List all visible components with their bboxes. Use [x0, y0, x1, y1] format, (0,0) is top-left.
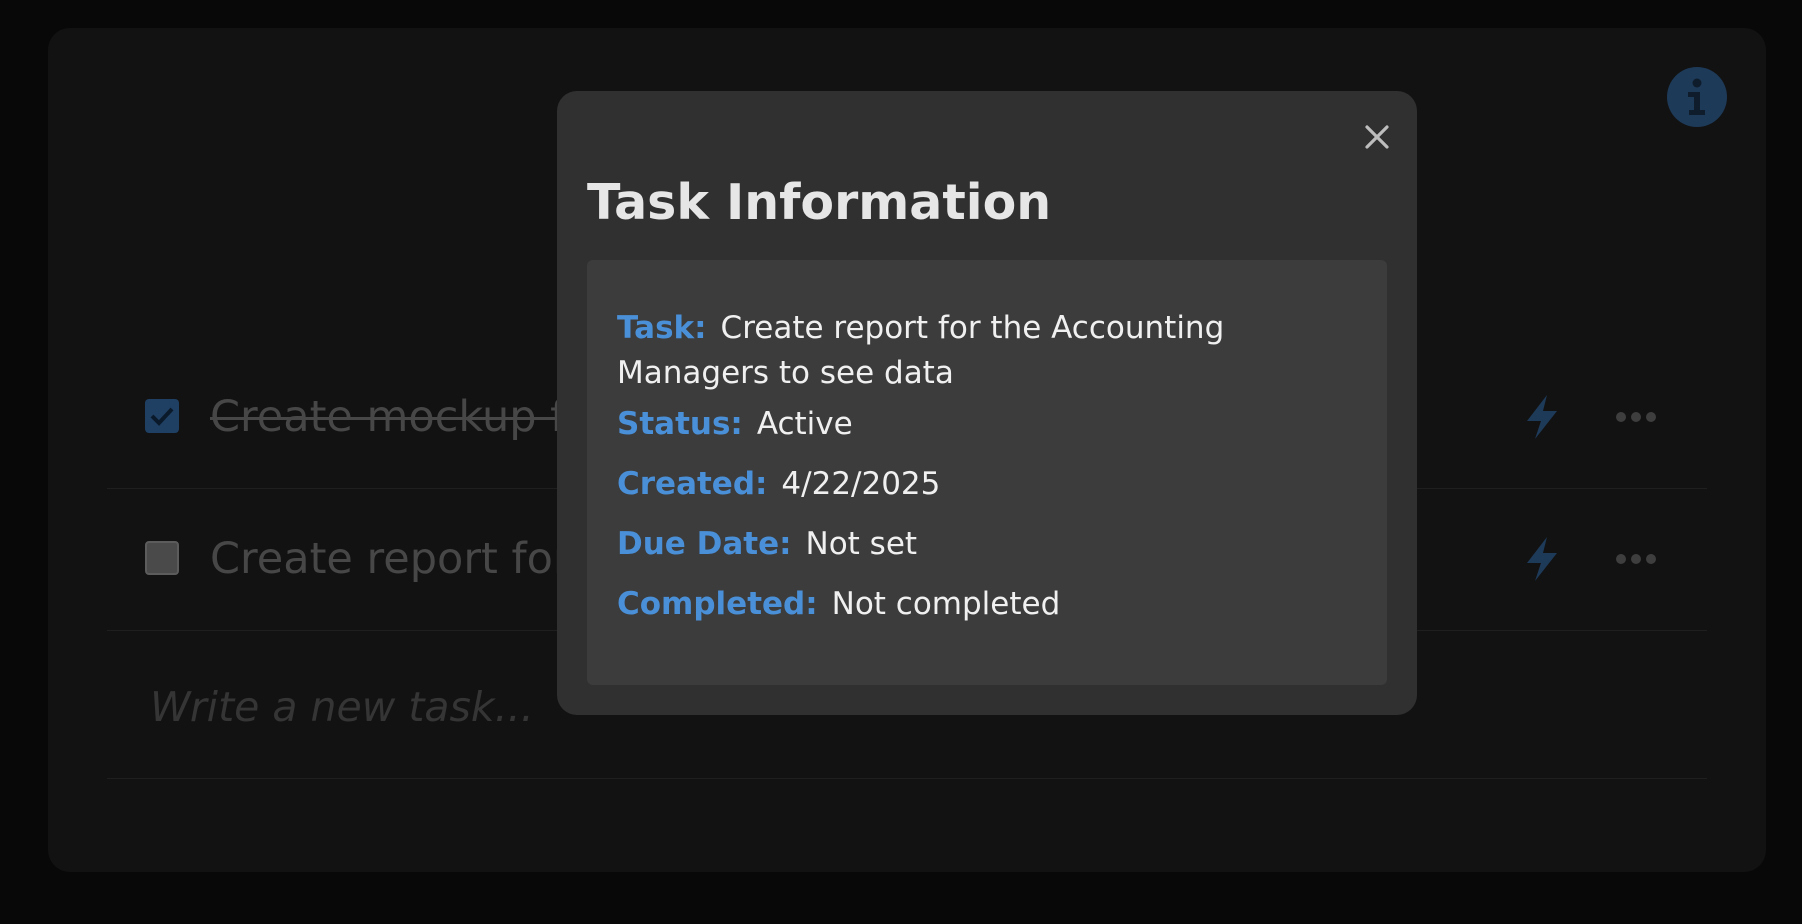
task-field: Task: Create report for the Accounting Ma…	[617, 306, 1357, 396]
task-info-modal: Task Information Task: Create report for …	[557, 91, 1417, 715]
status-field: Status: Active	[617, 402, 1357, 447]
status-value: Active	[756, 406, 853, 442]
task-info-panel: Task: Create report for the Accounting Ma…	[587, 260, 1387, 685]
task-text[interactable]: Create mockup fo	[210, 391, 592, 443]
task-value: Create report for the Accounting Manager…	[617, 310, 1225, 391]
created-value: 4/22/2025	[781, 466, 941, 502]
more-options-icon[interactable]	[1615, 549, 1657, 569]
task-checkbox[interactable]	[145, 399, 179, 433]
task-label: Task:	[617, 310, 707, 346]
completed-label: Completed:	[617, 586, 818, 622]
task-checkbox[interactable]	[145, 541, 179, 575]
info-icon	[1688, 78, 1705, 115]
completed-value: Not completed	[831, 586, 1061, 622]
due-date-field: Due Date: Not set	[617, 522, 1357, 567]
close-icon	[1365, 125, 1389, 149]
due-date-value: Not set	[805, 526, 918, 562]
modal-title: Task Information	[587, 174, 1052, 231]
task-text[interactable]: Create report for t	[210, 533, 601, 585]
close-button[interactable]	[1357, 117, 1397, 157]
completed-field: Completed: Not completed	[617, 582, 1357, 627]
divider	[107, 778, 1707, 779]
status-label: Status:	[617, 406, 743, 442]
lightning-icon[interactable]	[1519, 393, 1565, 441]
created-field: Created: 4/22/2025	[617, 462, 1357, 507]
more-options-icon[interactable]	[1615, 407, 1657, 427]
created-label: Created:	[617, 466, 768, 502]
due-date-label: Due Date:	[617, 526, 792, 562]
checkmark-icon	[150, 407, 174, 426]
lightning-icon[interactable]	[1519, 535, 1565, 583]
info-button[interactable]	[1667, 67, 1727, 127]
